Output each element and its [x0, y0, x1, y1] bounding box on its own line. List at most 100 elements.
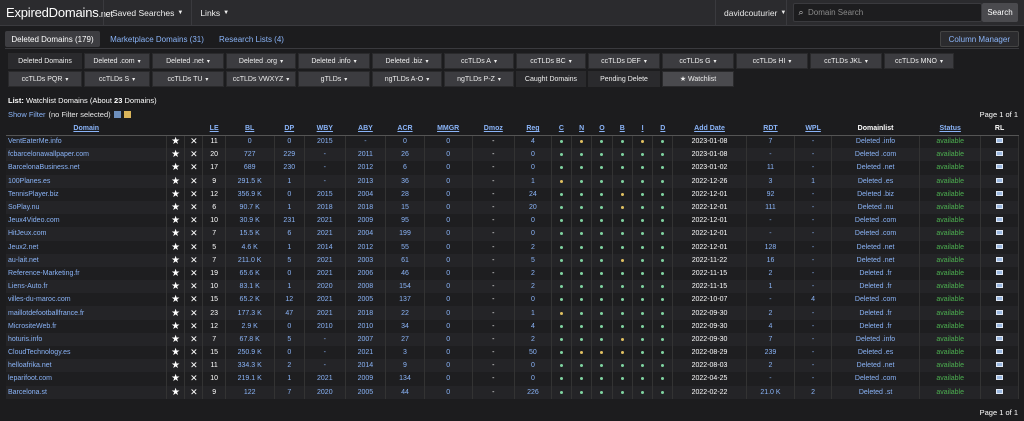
- rl-cell[interactable]: [980, 227, 1019, 241]
- domainlist-link[interactable]: Deleted .info: [831, 332, 921, 346]
- reg-link[interactable]: 0: [514, 161, 552, 175]
- wby-link[interactable]: -: [304, 174, 346, 188]
- col-header-i[interactable]: I: [632, 123, 653, 136]
- tld-status-dot[interactable]: [632, 359, 654, 373]
- wpl-link[interactable]: -: [794, 253, 832, 267]
- bl-link[interactable]: 65.6 K: [225, 266, 275, 281]
- wpl-link[interactable]: -: [794, 240, 832, 254]
- tld-status-dot[interactable]: [632, 240, 654, 254]
- tld-status-dot[interactable]: [652, 372, 674, 386]
- rl-cell[interactable]: [980, 135, 1019, 149]
- wby-link[interactable]: 2010: [304, 319, 346, 333]
- rdt-link[interactable]: -: [746, 227, 796, 241]
- watchlist-star-icon[interactable]: ★: [166, 346, 186, 360]
- tld-status-dot[interactable]: [632, 293, 654, 307]
- dp-link[interactable]: 229: [274, 148, 306, 162]
- wpl-link[interactable]: -: [794, 135, 832, 149]
- bl-link[interactable]: 211.0 K: [225, 253, 275, 267]
- tld-status-dot[interactable]: [612, 372, 633, 386]
- tld-status-dot[interactable]: [612, 306, 633, 320]
- dp-link[interactable]: 6: [274, 227, 306, 241]
- domainlist-link[interactable]: Deleted .es: [831, 174, 921, 188]
- tld-status-dot[interactable]: [551, 293, 573, 307]
- wby-link[interactable]: -: [304, 161, 346, 175]
- tld-status-dot[interactable]: [652, 227, 674, 241]
- reg-link[interactable]: 1: [514, 174, 552, 188]
- mmgr-link[interactable]: 0: [424, 214, 473, 228]
- wpl-link[interactable]: -: [794, 187, 832, 201]
- bl-link[interactable]: 30.9 K: [225, 214, 275, 228]
- filter-pending-delete[interactable]: Pending Delete: [588, 71, 660, 87]
- rdt-link[interactable]: 3: [746, 174, 796, 188]
- wpl-link[interactable]: -: [794, 372, 832, 386]
- tld-status-dot[interactable]: [652, 346, 674, 360]
- aby-link[interactable]: 2004: [345, 227, 387, 241]
- wpl-link[interactable]: 4: [794, 293, 832, 307]
- acr-link[interactable]: 154: [385, 280, 425, 294]
- remove-icon[interactable]: ✕: [184, 385, 204, 399]
- reg-link[interactable]: 0: [514, 148, 552, 162]
- tld-status-dot[interactable]: [551, 319, 573, 333]
- tld-status-dot[interactable]: [612, 293, 633, 307]
- tld-status-dot[interactable]: [632, 266, 654, 281]
- tld-status-dot[interactable]: [591, 293, 613, 307]
- rl-cell[interactable]: [980, 332, 1019, 346]
- domainlist-link[interactable]: Deleted .st: [831, 385, 921, 399]
- acr-link[interactable]: 95: [385, 214, 425, 228]
- tld-status-dot[interactable]: [652, 253, 674, 267]
- tld-status-dot[interactable]: [632, 346, 654, 360]
- dp-link[interactable]: 5: [274, 253, 306, 267]
- tld-status-dot[interactable]: [652, 332, 674, 346]
- domainlist-link[interactable]: Deleted .com: [831, 372, 921, 386]
- rl-cell[interactable]: [980, 214, 1019, 228]
- rl-cell[interactable]: [980, 385, 1019, 399]
- domainlist-link[interactable]: Deleted .fr: [831, 306, 921, 320]
- bl-link[interactable]: 177.3 K: [225, 306, 275, 320]
- remove-icon[interactable]: ✕: [184, 240, 204, 254]
- filter-cctlds-jkl[interactable]: ccTLDs JKL ▾: [810, 53, 882, 69]
- tld-status-dot[interactable]: [612, 319, 633, 333]
- rl-cell[interactable]: [980, 161, 1019, 175]
- tld-status-dot[interactable]: [571, 148, 593, 162]
- filter-caught-domains[interactable]: Caught Domains: [516, 71, 586, 87]
- dp-link[interactable]: 0: [274, 319, 306, 333]
- tld-status-dot[interactable]: [551, 280, 573, 294]
- tab-deleted-domains[interactable]: Deleted Domains (179): [5, 31, 100, 47]
- aby-link[interactable]: 2018: [345, 306, 387, 320]
- rdt-link[interactable]: 16: [746, 253, 796, 267]
- tld-status-dot[interactable]: [652, 240, 674, 254]
- aby-link[interactable]: 2014: [345, 359, 387, 373]
- rl-cell[interactable]: [980, 372, 1019, 386]
- tld-status-dot[interactable]: [612, 187, 633, 201]
- domain-link[interactable]: Liens-Auto.fr: [6, 280, 167, 294]
- tld-status-dot[interactable]: [632, 187, 654, 201]
- remove-icon[interactable]: ✕: [184, 306, 204, 320]
- tld-status-dot[interactable]: [571, 306, 593, 320]
- reg-link[interactable]: 2: [514, 280, 552, 294]
- remove-icon[interactable]: ✕: [184, 293, 204, 307]
- domainlist-link[interactable]: Deleted .net: [831, 240, 921, 254]
- tld-status-dot[interactable]: [571, 372, 593, 386]
- wpl-link[interactable]: 2: [794, 385, 832, 399]
- dp-link[interactable]: 0: [274, 187, 306, 201]
- tld-status-dot[interactable]: [652, 187, 674, 201]
- reg-link[interactable]: 4: [514, 319, 552, 333]
- col-header-o[interactable]: O: [591, 123, 613, 136]
- domainlist-link[interactable]: Deleted .info: [831, 135, 921, 149]
- bl-link[interactable]: 689: [225, 161, 275, 175]
- mmgr-link[interactable]: 0: [424, 174, 473, 188]
- aby-link[interactable]: 2012: [345, 161, 387, 175]
- tld-status-dot[interactable]: [571, 266, 593, 281]
- acr-link[interactable]: 15: [385, 200, 425, 215]
- domainlist-link[interactable]: Deleted .com: [831, 227, 921, 241]
- wby-link[interactable]: 2015: [304, 187, 346, 201]
- watchlist-star-icon[interactable]: ★: [166, 135, 186, 149]
- tld-status-dot[interactable]: [652, 293, 674, 307]
- tld-status-dot[interactable]: [652, 280, 674, 294]
- watchlist-star-icon[interactable]: ★: [166, 306, 186, 320]
- rdt-link[interactable]: 239: [746, 346, 796, 360]
- tld-status-dot[interactable]: [571, 187, 593, 201]
- col-header-dmoz[interactable]: Dmoz: [472, 123, 515, 136]
- tab-research-lists[interactable]: Research Lists (4): [213, 31, 290, 47]
- wby-link[interactable]: 2021: [304, 306, 346, 320]
